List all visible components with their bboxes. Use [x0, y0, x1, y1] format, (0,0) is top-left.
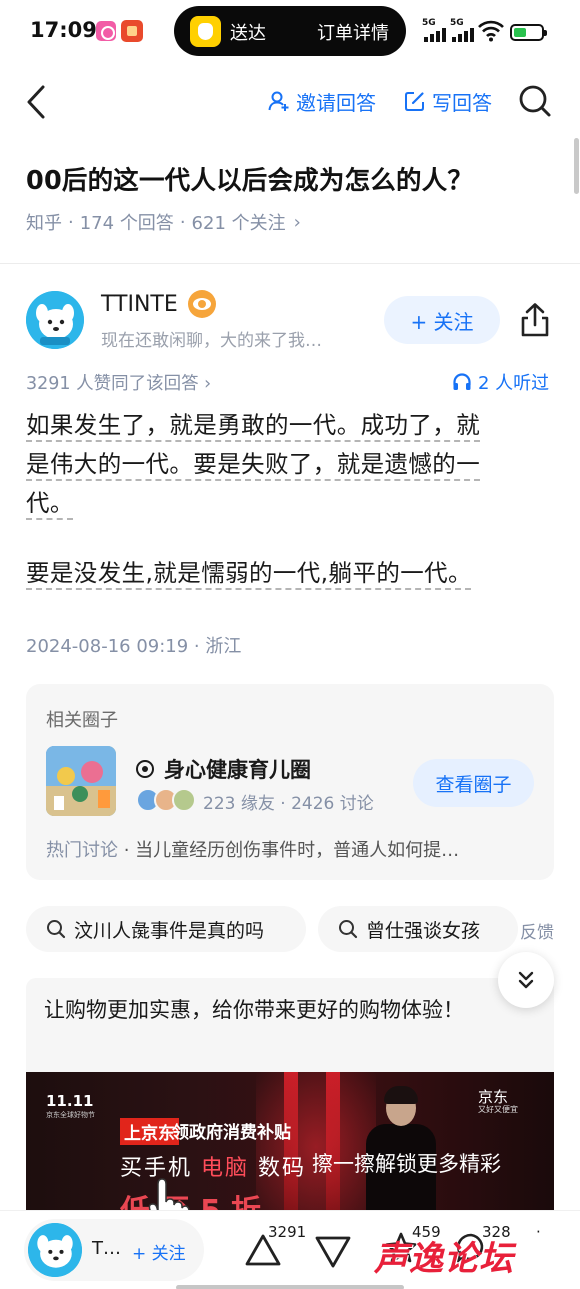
answer-line: 是伟大的一代。要是失败了，就是遗憾的一: [26, 450, 481, 478]
back-arrow-icon[interactable]: [22, 82, 52, 122]
delivery-app-icon: [190, 16, 221, 47]
member-avatars: [136, 788, 198, 812]
signal-icon-2: 5G: [450, 18, 476, 42]
bottom-author-pill[interactable]: T… + 关注: [24, 1219, 204, 1281]
listen-count: 2 人听过: [478, 373, 550, 394]
jd-logo-sub: 又好又便宜: [478, 1105, 518, 1114]
chevron-right-icon: ›: [293, 211, 301, 233]
ad-scratch-label[interactable]: 擦一擦解锁更多精彩: [312, 1148, 501, 1178]
search-icon: [339, 920, 358, 939]
more-icon[interactable]: ·: [536, 1223, 541, 1241]
bottom-follow-button[interactable]: + 关注: [132, 1239, 186, 1264]
hot-discussion-text: · 当儿童经历创伤事件时，普通人如何提…: [118, 840, 460, 861]
question-meta[interactable]: 知乎 · 174 个回答 · 621 个关注 ›: [26, 209, 301, 235]
follower-count: 621 个关注: [191, 213, 286, 234]
vote-down-icon[interactable]: [314, 1235, 352, 1269]
answer-timestamp: 2024-08-16 09:19 · 浙江: [26, 636, 242, 657]
eye-badge-icon: [187, 290, 216, 318]
ad-banner[interactable]: 11.11 京东全球好物节 上京东 领政府消费补贴 买手机 电脑 数码 低至5折…: [26, 1072, 554, 1218]
order-detail-label: 订单详情: [317, 23, 389, 44]
avatar-illustration-icon: [28, 1223, 82, 1277]
divider: [0, 263, 580, 264]
question-title[interactable]: 00后的这一代人以后会成为怎么的人？: [26, 160, 473, 197]
ad-1111-sub: 京东全球好物节: [46, 1111, 95, 1119]
answer-count: 174 个回答: [79, 213, 174, 234]
answer-line: 如果发生了，就是勇敢的一代。成功了，就: [26, 411, 481, 439]
dynamic-island-delivery[interactable]: 送达 订单详情: [174, 6, 406, 56]
bottom-author-name: T…: [92, 1238, 121, 1259]
circle-name-text: 身心健康育儿圈: [164, 758, 311, 782]
feedback-link[interactable]: 反馈: [518, 918, 554, 943]
status-bar: 17:09 送达 订单详情 5G 5G: [0, 0, 580, 62]
listen-count-link[interactable]: 2 人听过: [452, 369, 549, 395]
author-name[interactable]: TTINTE: [101, 290, 216, 318]
author-bio: 现在还敢闲聊，大的来了我…: [101, 331, 322, 351]
answer-paragraph-1[interactable]: 如果发生了，就是勇敢的一代。成功了，就 是伟大的一代。要是失败了，就是遗憾的一 …: [26, 406, 556, 523]
expand-more-button[interactable]: [498, 952, 554, 1008]
ad-jd-tag: 上京东: [120, 1118, 179, 1145]
double-chevron-down-icon: [518, 971, 534, 989]
notification-app-icon: [96, 21, 116, 41]
circle-ring-icon: [136, 760, 154, 778]
author-name-text: TTINTE: [101, 291, 178, 317]
signal-icon: 5G: [422, 18, 448, 42]
battery-icon: [510, 24, 547, 41]
related-circle-card[interactable]: 相关圈子 身心健康育儿圈 223 缘友 · 2426 讨论 查看圈子 热门讨论 …: [26, 684, 554, 880]
circle-thumbnail[interactable]: [46, 746, 116, 816]
question-source: 知乎: [26, 213, 62, 234]
notification-shop-icon: [121, 20, 143, 42]
invite-answer-label: 邀请回答: [296, 90, 376, 115]
home-indicator[interactable]: [176, 1285, 404, 1289]
edit-icon: [405, 92, 424, 111]
ad-subsidy-text: 领政府消费补贴: [172, 1123, 291, 1143]
vote-up-count: 3291: [268, 1223, 307, 1241]
search-icon: [47, 920, 66, 939]
ad-title[interactable]: 让购物更加实惠，给你带来更好的购物体验！: [44, 994, 524, 1027]
follow-author-button[interactable]: + 关注: [384, 296, 500, 344]
ad-card[interactable]: 让购物更加实惠，给你带来更好的购物体验！ 11.11 京东全球好物节 上京东 领…: [26, 978, 554, 1218]
invite-user-icon: [268, 91, 289, 111]
chip-label: 曾仕强谈女孩: [366, 919, 481, 942]
avatar-illustration-icon: [26, 291, 84, 349]
wifi-icon: [478, 20, 504, 42]
vote-summary-link[interactable]: 3291 人赞同了该回答 ›: [26, 370, 211, 395]
circle-name[interactable]: 身心健康育儿圈: [136, 754, 311, 784]
answer-line: 要是没发生,就是懦弱的一代,躺平的一代。: [26, 559, 472, 587]
related-search-chip[interactable]: 汶川人彘事件是真的吗: [26, 906, 306, 952]
bottom-action-bar: T… + 关注 3291 459 328 · 声逸论坛: [0, 1210, 580, 1289]
related-circle-heading: 相关圈子: [46, 710, 118, 731]
headphones-icon: [453, 373, 471, 390]
circle-thumbnail-image-icon: [46, 746, 116, 816]
search-icon[interactable]: [518, 84, 552, 118]
author-avatar[interactable]: [26, 291, 84, 349]
answer-line: 代。: [26, 489, 74, 517]
forum-watermark: 声逸论坛: [374, 1239, 514, 1279]
status-time: 17:09: [30, 18, 97, 42]
delivery-status: 送达: [230, 23, 266, 44]
hot-discussion-link[interactable]: 热门讨论 · 当儿童经历创伤事件时，普通人如何提…: [46, 836, 536, 862]
scrollbar-thumb[interactable]: [574, 138, 579, 194]
ad-1111-badge: 11.11: [46, 1092, 94, 1110]
write-answer-label: 写回答: [432, 90, 492, 115]
view-circle-button[interactable]: 查看圈子: [413, 759, 534, 807]
bottom-author-avatar[interactable]: [28, 1223, 82, 1277]
write-answer-button[interactable]: 写回答: [404, 86, 492, 116]
member-avatar: [172, 788, 196, 812]
circle-stats: 223 缘友 · 2426 讨论: [203, 794, 374, 814]
answer-paragraph-2[interactable]: 要是没发生,就是懦弱的一代,躺平的一代。: [26, 554, 556, 593]
share-icon[interactable]: [518, 302, 552, 338]
related-search-chip[interactable]: 曾仕强谈女孩: [318, 906, 518, 952]
chip-label: 汶川人彘事件是真的吗: [74, 919, 265, 942]
hot-discussion-label: 热门讨论: [46, 840, 118, 861]
invite-answer-button[interactable]: 邀请回答: [268, 86, 376, 116]
